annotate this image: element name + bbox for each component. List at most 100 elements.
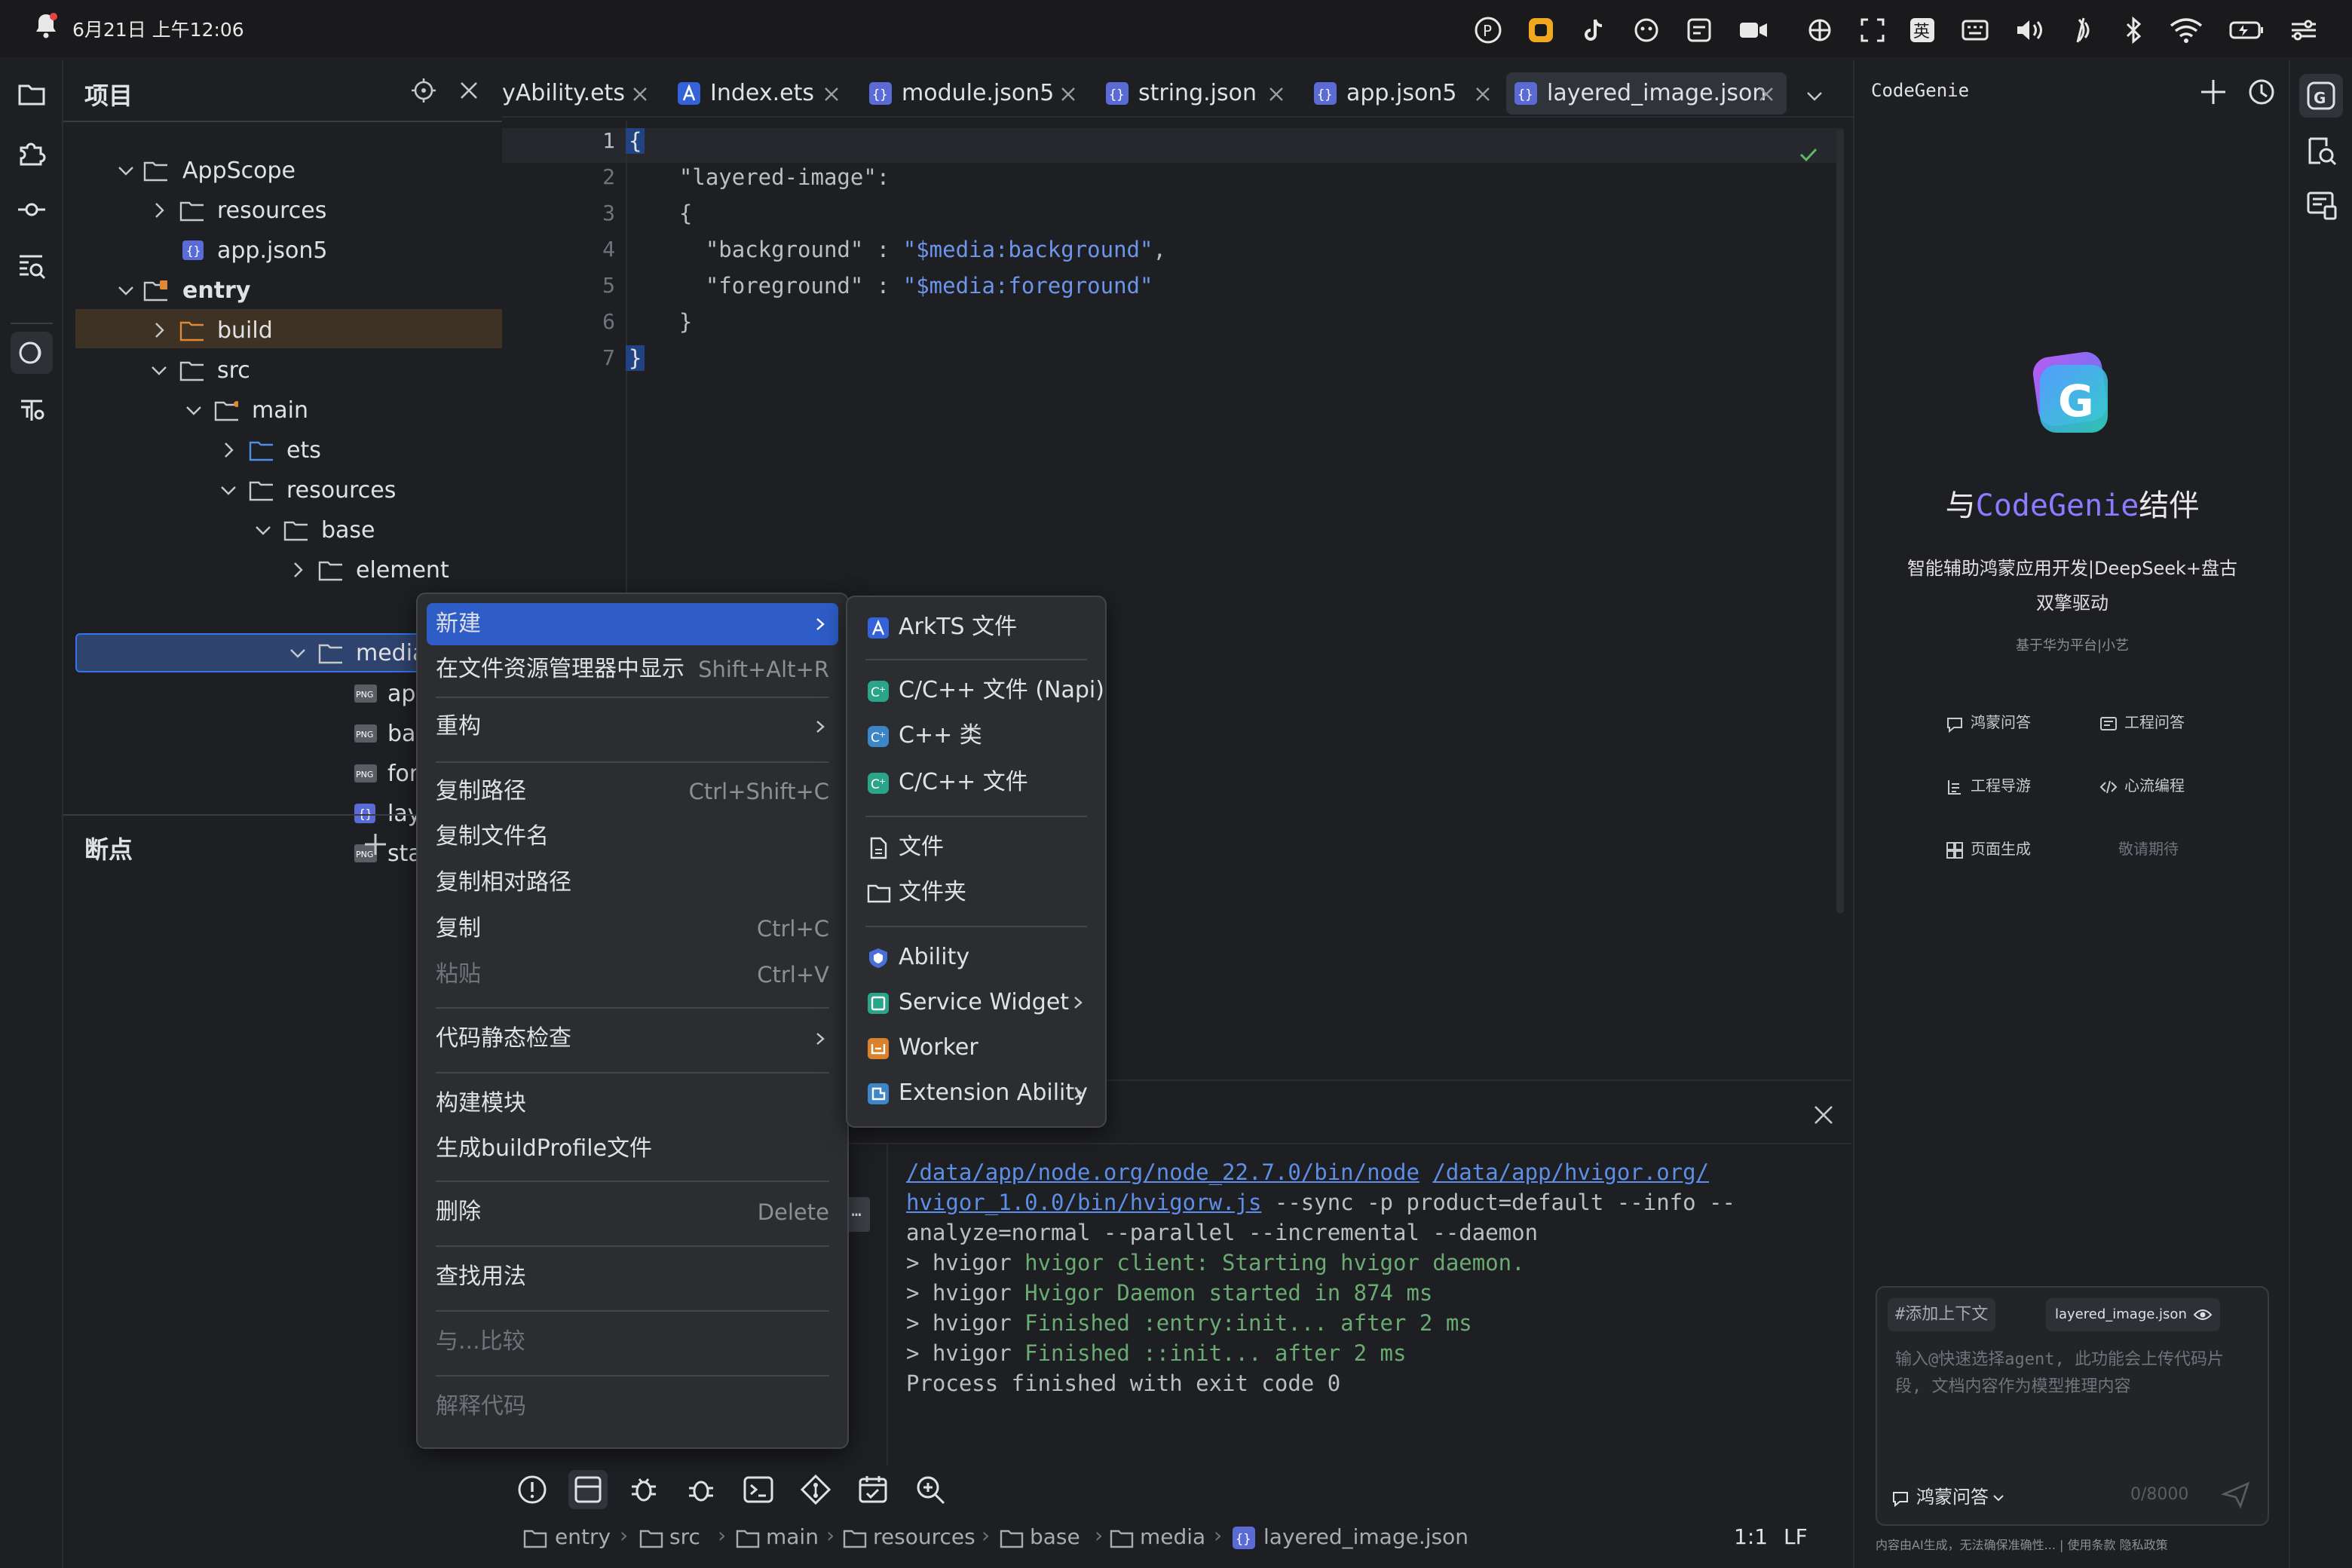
device-preview-icon[interactable] xyxy=(2305,188,2338,222)
ai-assistant-icon[interactable] xyxy=(1631,15,1661,45)
chat-input-box[interactable]: #添加上下文 layered_image.json 输入@快速选择agent, … xyxy=(1876,1286,2269,1526)
new-chat-plus-icon[interactable] xyxy=(2198,77,2228,107)
submenu-item-file[interactable]: 文件 xyxy=(856,826,1096,868)
volume-icon[interactable] xyxy=(2013,15,2043,45)
tab-list-chevron-down-icon[interactable] xyxy=(1803,84,1826,107)
tree-item-entry[interactable]: entry xyxy=(63,271,502,311)
terminal-icon[interactable] xyxy=(742,1473,775,1506)
run-tool-icon[interactable] xyxy=(568,1470,608,1509)
add-breakpoint-icon[interactable] xyxy=(362,831,389,858)
screen-capture-icon[interactable] xyxy=(1857,15,1888,45)
menu-item-new[interactable]: 新建 xyxy=(427,603,838,645)
plugin-icon[interactable] xyxy=(11,131,53,173)
tree-item-appscope[interactable]: AppScope xyxy=(63,151,502,191)
screenshot-icon[interactable] xyxy=(1805,15,1835,45)
menu-item-explain-code[interactable]: 解释代码 xyxy=(427,1386,838,1428)
notification-bell-icon[interactable] xyxy=(33,12,59,39)
tab-string-json[interactable]: {} string.json xyxy=(1105,72,1257,118)
line-ending[interactable]: LF xyxy=(1784,1524,1808,1549)
mode-select[interactable]: 鸿蒙问答 xyxy=(1891,1482,2005,1508)
menu-item-find-usages[interactable]: 查找用法 xyxy=(427,1256,838,1298)
cursor-position[interactable]: 1:1 xyxy=(1734,1524,1768,1549)
menu-item-compare-with[interactable]: 与...比较 xyxy=(427,1321,838,1363)
feature-project-qa[interactable]: 工程问答 xyxy=(2099,710,2185,733)
control-center-icon[interactable] xyxy=(2287,15,2317,45)
tab-index[interactable]: Index.ets xyxy=(677,72,814,118)
doc-search-icon[interactable] xyxy=(2305,136,2338,169)
menu-item-code-inspection[interactable]: 代码静态检查 xyxy=(427,1018,838,1060)
feature-project-guide[interactable]: 工程导游 xyxy=(1945,773,2031,797)
commit-icon[interactable] xyxy=(11,188,53,231)
todo-icon[interactable] xyxy=(856,1473,890,1506)
menu-item-refactor[interactable]: 重构 xyxy=(427,706,838,748)
tiktok-icon[interactable] xyxy=(1579,15,1609,45)
tab-close-icon[interactable] xyxy=(630,84,650,104)
submenu-item-cpp-class[interactable]: C + C++ 类 xyxy=(856,715,1096,757)
chat-input-placeholder[interactable]: 输入@快速选择agent, 此功能会上传代码片段, 文档内容作为模型推理内容 xyxy=(1895,1346,2249,1401)
tab-close-icon[interactable] xyxy=(1266,84,1286,104)
breadcrumb-item[interactable]: entry xyxy=(555,1524,611,1549)
breadcrumb-item[interactable]: base xyxy=(1030,1524,1080,1549)
context-file-chip[interactable]: layered_image.json xyxy=(2046,1298,2220,1331)
submenu-item-folder[interactable]: 文件夹 xyxy=(856,871,1096,914)
app-shield-icon[interactable] xyxy=(1526,15,1556,45)
breadcrumb-item[interactable]: resources xyxy=(873,1524,975,1549)
menu-item-show-in-explorer[interactable]: 在文件资源管理器中显示 Shift+Alt+R xyxy=(427,648,838,691)
menu-item-build-module[interactable]: 构建模块 xyxy=(427,1083,838,1125)
submenu-item-cpp-file[interactable]: C + C/C++ 文件 xyxy=(856,761,1096,804)
codegenie-tool-icon[interactable]: G xyxy=(2299,74,2343,118)
close-console-icon[interactable] xyxy=(1812,1104,1835,1126)
hilog-icon[interactable] xyxy=(684,1473,718,1506)
app-p-icon[interactable]: P xyxy=(1473,15,1503,45)
collapse-icon[interactable] xyxy=(457,78,481,103)
menu-item-copy-path[interactable]: 复制路径 Ctrl+Shift+C xyxy=(427,770,838,813)
menu-item-generate-buildprofile[interactable]: 生成buildProfile文件 xyxy=(427,1128,838,1170)
submenu-item-worker[interactable]: Worker xyxy=(856,1027,1096,1069)
add-context-button[interactable]: #添加上下文 xyxy=(1888,1298,1996,1331)
tree-item-src[interactable]: src xyxy=(63,351,502,390)
note-icon[interactable] xyxy=(1684,15,1714,45)
menu-item-copy[interactable]: 复制 Ctrl+C xyxy=(427,908,838,950)
breadcrumb-item[interactable]: media xyxy=(1140,1524,1205,1549)
tab-close-icon[interactable] xyxy=(822,84,841,104)
breadcrumb-item[interactable]: main xyxy=(766,1524,819,1549)
video-camera-icon[interactable] xyxy=(1737,15,1767,45)
arkui-inspector-icon[interactable] xyxy=(11,389,53,431)
bluetooth-icon[interactable] xyxy=(2118,15,2148,45)
tree-item-ets[interactable]: ets xyxy=(63,430,502,470)
breadcrumb-item[interactable]: src xyxy=(669,1524,700,1549)
tab-close-icon[interactable] xyxy=(1756,84,1776,104)
menu-item-paste[interactable]: 粘贴 Ctrl+V xyxy=(427,954,838,996)
no-problems-check-icon[interactable] xyxy=(1797,143,1820,166)
tree-item-main[interactable]: main xyxy=(63,390,502,430)
tree-item-resources[interactable]: resources xyxy=(63,191,502,231)
submenu-item-service-widget[interactable]: Service Widget xyxy=(856,982,1096,1024)
tree-item-app-json5[interactable]: {} app.json5 xyxy=(63,231,502,271)
git-icon[interactable] xyxy=(799,1473,832,1506)
input-method-icon[interactable]: 英 xyxy=(1907,15,1937,45)
problems-icon[interactable] xyxy=(516,1473,549,1506)
menu-item-copy-relative-path[interactable]: 复制相对路径 xyxy=(427,862,838,904)
history-clock-icon[interactable] xyxy=(2246,77,2277,107)
keyboard-icon[interactable] xyxy=(1960,15,1990,45)
menu-item-delete[interactable]: 删除 Delete xyxy=(427,1191,838,1233)
project-view-icon[interactable] xyxy=(11,72,53,115)
tree-item-base[interactable]: base xyxy=(63,510,502,550)
feature-harmony-qa[interactable]: 鸿蒙问答 xyxy=(1945,710,2031,733)
wifi-icon[interactable] xyxy=(2168,15,2203,45)
tab-layered-image-json[interactable]: {} layered_image.json xyxy=(1514,72,1766,118)
menu-item-copy-filename[interactable]: 复制文件名 xyxy=(427,816,838,858)
submenu-item-ability[interactable]: Ability xyxy=(856,936,1096,978)
tab-ability[interactable]: yAbility.ets xyxy=(502,72,625,118)
codegenie-sidebar-icon[interactable] xyxy=(11,332,53,374)
tab-close-icon[interactable] xyxy=(1473,84,1493,104)
breadcrumb-item[interactable]: layered_image.json xyxy=(1263,1524,1468,1549)
profiler-search-icon[interactable] xyxy=(914,1473,947,1506)
editor-scrollbar[interactable] xyxy=(1836,130,1844,914)
send-icon[interactable] xyxy=(2221,1479,2251,1509)
submenu-item-cpp-napi[interactable]: C + C/C++ 文件 (Napi) xyxy=(856,669,1104,712)
tree-item-element[interactable]: element xyxy=(63,550,502,590)
tree-item-build[interactable]: build xyxy=(63,311,502,351)
tree-item-resources-main[interactable]: resources xyxy=(63,470,502,510)
debug-icon[interactable] xyxy=(627,1473,660,1506)
